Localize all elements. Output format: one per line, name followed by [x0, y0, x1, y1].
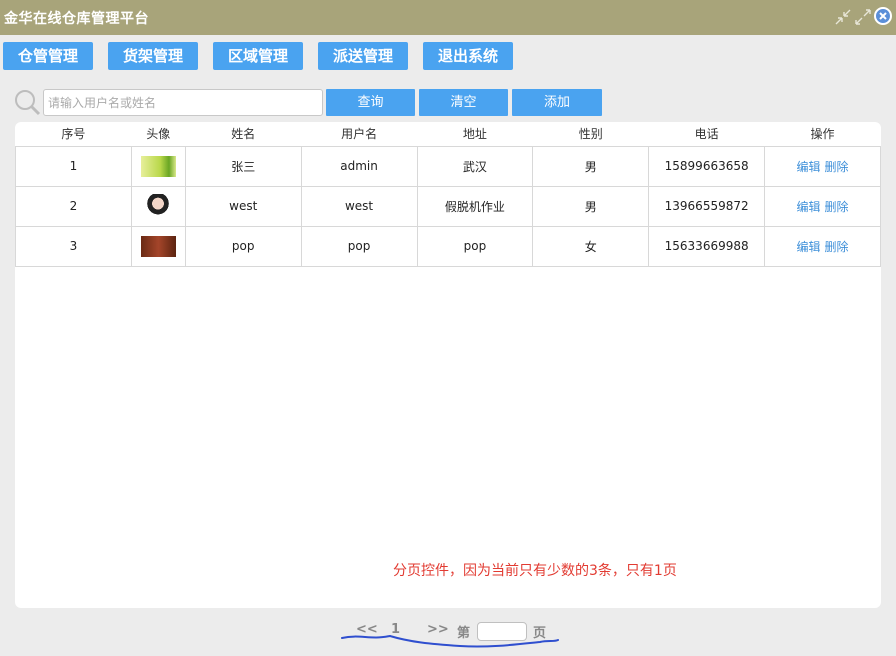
- query-button[interactable]: 查询: [326, 89, 415, 116]
- add-button[interactable]: 添加: [512, 89, 602, 116]
- nav-shelf-button[interactable]: 货架管理: [108, 42, 198, 70]
- header-username: 用户名: [301, 122, 417, 147]
- cell-seq: 2: [15, 185, 132, 227]
- user-table-panel: 序号 头像 姓名 用户名 地址 性别 电话 操作 1 张三 admin 武汉 男…: [15, 122, 881, 608]
- cell-address: pop: [416, 225, 534, 267]
- delete-link[interactable]: 删除: [825, 240, 849, 254]
- edit-link[interactable]: 编辑: [797, 240, 821, 254]
- table-row: 2 west west 假脱机作业 男 13966559872 编辑 删除: [15, 185, 881, 227]
- search-input[interactable]: [43, 89, 323, 116]
- delete-link[interactable]: 删除: [825, 160, 849, 174]
- cell-avatar: [130, 185, 186, 227]
- edit-link[interactable]: 编辑: [797, 200, 821, 214]
- cell-phone: 15633669988: [648, 225, 766, 267]
- cell-username: west: [300, 185, 418, 227]
- cell-gender: 女: [532, 225, 650, 267]
- nav-area-button[interactable]: 区域管理: [213, 42, 303, 70]
- cell-avatar: [130, 225, 186, 267]
- cell-address: 假脱机作业: [416, 185, 534, 227]
- cell-phone: 13966559872: [648, 185, 766, 227]
- close-icon: [879, 12, 887, 20]
- title-bar: 金华在线仓库管理平台: [0, 0, 896, 35]
- header-gender: 性别: [532, 122, 649, 147]
- cell-avatar: [130, 145, 186, 187]
- cell-seq: 1: [15, 145, 132, 187]
- cell-actions: 编辑 删除: [764, 185, 881, 227]
- cell-name: pop: [184, 225, 302, 267]
- table-row: 1 张三 admin 武汉 男 15899663658 编辑 删除: [15, 145, 881, 187]
- nav-logout-button[interactable]: 退出系统: [423, 42, 513, 70]
- cell-actions: 编辑 删除: [764, 145, 881, 187]
- edit-link[interactable]: 编辑: [797, 160, 821, 174]
- cell-gender: 男: [532, 145, 650, 187]
- pagination-annotation: 分页控件，因为当前只有少数的3条，只有1页: [393, 563, 677, 579]
- cell-phone: 15899663658: [648, 145, 766, 187]
- header-seq: 序号: [15, 122, 132, 147]
- table-row: 3 pop pop pop 女 15633669988 编辑 删除: [15, 225, 881, 267]
- cell-username: pop: [300, 225, 418, 267]
- header-name: 姓名: [185, 122, 302, 147]
- header-address: 地址: [417, 122, 533, 147]
- avatar: [140, 235, 176, 257]
- delete-link[interactable]: 删除: [825, 200, 849, 214]
- header-avatar: 头像: [131, 122, 186, 147]
- cell-gender: 男: [532, 185, 650, 227]
- cell-actions: 编辑 删除: [764, 225, 881, 267]
- window-title: 金华在线仓库管理平台: [4, 11, 149, 27]
- handwritten-underline: [341, 634, 559, 648]
- avatar: [140, 155, 176, 177]
- user-table: 序号 头像 姓名 用户名 地址 性别 电话 操作 1 张三 admin 武汉 男…: [15, 122, 881, 267]
- cell-seq: 3: [15, 225, 132, 267]
- clear-button[interactable]: 清空: [419, 89, 508, 116]
- nav-warehouse-keeper-button[interactable]: 仓管管理: [3, 42, 93, 70]
- cell-address: 武汉: [416, 145, 534, 187]
- cell-name: 张三: [184, 145, 302, 187]
- avatar: [145, 194, 172, 218]
- header-phone: 电话: [648, 122, 765, 147]
- header-actions: 操作: [764, 122, 881, 147]
- nav-delivery-button[interactable]: 派送管理: [318, 42, 408, 70]
- table-header-row: 序号 头像 姓名 用户名 地址 性别 电话 操作: [15, 122, 881, 147]
- cell-username: admin: [300, 145, 418, 187]
- maximize-icon[interactable]: [854, 8, 872, 26]
- minimize-icon[interactable]: [834, 8, 852, 26]
- cell-name: west: [184, 185, 302, 227]
- search-icon: [15, 90, 41, 116]
- close-button[interactable]: [874, 7, 892, 25]
